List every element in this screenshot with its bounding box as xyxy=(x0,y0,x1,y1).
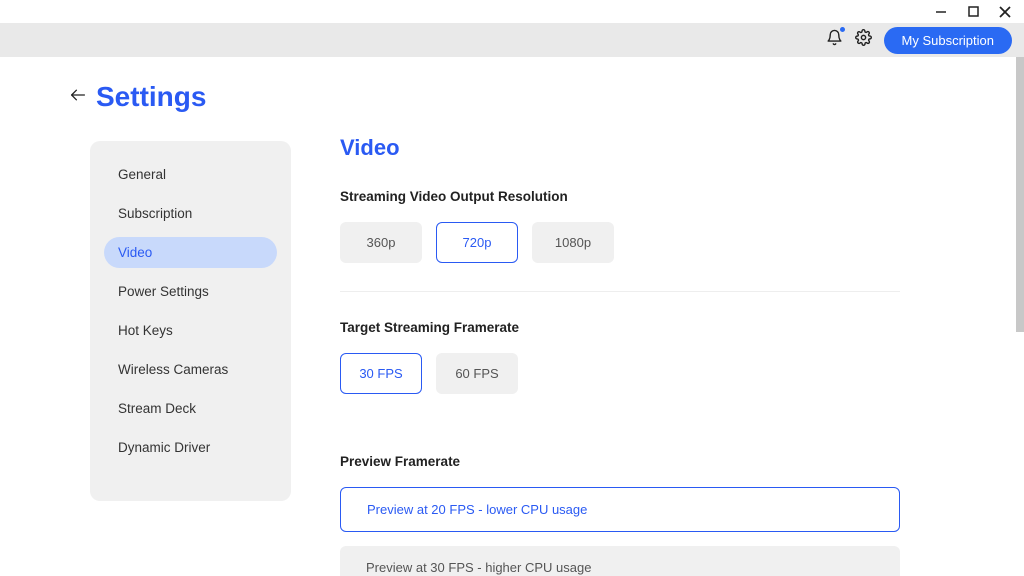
target-fps-option-30[interactable]: 30 FPS xyxy=(340,353,422,394)
sidebar-item-hot-keys[interactable]: Hot Keys xyxy=(104,315,277,346)
minimize-icon[interactable] xyxy=(934,5,948,19)
left-column: Settings General Subscription Video Powe… xyxy=(0,57,300,576)
close-icon[interactable] xyxy=(998,5,1012,19)
gear-icon[interactable] xyxy=(855,29,872,51)
target-fps-label: Target Streaming Framerate xyxy=(340,320,944,335)
settings-content: Video Streaming Video Output Resolution … xyxy=(300,57,1024,576)
sidebar-item-power-settings[interactable]: Power Settings xyxy=(104,276,277,307)
video-heading: Video xyxy=(340,135,944,161)
maximize-icon[interactable] xyxy=(966,5,980,19)
target-fps-options: 30 FPS 60 FPS xyxy=(340,353,944,394)
sidebar-item-stream-deck[interactable]: Stream Deck xyxy=(104,393,277,424)
scrollbar[interactable] xyxy=(1016,57,1024,332)
subscription-button[interactable]: My Subscription xyxy=(884,27,1012,54)
sidebar-item-general[interactable]: General xyxy=(104,159,277,190)
back-arrow-icon[interactable] xyxy=(70,88,86,107)
title-bar xyxy=(0,0,1024,23)
app-header: My Subscription xyxy=(0,23,1024,57)
preview-fps-option-30[interactable]: Preview at 30 FPS - higher CPU usage xyxy=(340,546,900,576)
resolution-label: Streaming Video Output Resolution xyxy=(340,189,944,204)
page-title: Settings xyxy=(96,81,206,113)
sidebar-item-wireless-cameras[interactable]: Wireless Cameras xyxy=(104,354,277,385)
divider xyxy=(340,291,900,292)
sidebar-item-video[interactable]: Video xyxy=(104,237,277,268)
preview-fps-label: Preview Framerate xyxy=(340,454,944,469)
sidebar-item-subscription[interactable]: Subscription xyxy=(104,198,277,229)
preview-fps-option-20[interactable]: Preview at 20 FPS - lower CPU usage xyxy=(340,487,900,532)
settings-sidebar: General Subscription Video Power Setting… xyxy=(90,141,291,501)
resolution-options: 360p 720p 1080p xyxy=(340,222,944,263)
settings-title-row: Settings xyxy=(70,81,300,113)
resolution-option-720p[interactable]: 720p xyxy=(436,222,518,263)
resolution-option-1080p[interactable]: 1080p xyxy=(532,222,614,263)
notifications-icon[interactable] xyxy=(826,29,843,51)
resolution-option-360p[interactable]: 360p xyxy=(340,222,422,263)
notification-dot-icon xyxy=(840,27,845,32)
sidebar-item-dynamic-driver[interactable]: Dynamic Driver xyxy=(104,432,277,463)
target-fps-option-60[interactable]: 60 FPS xyxy=(436,353,518,394)
page-body: Settings General Subscription Video Powe… xyxy=(0,57,1024,576)
